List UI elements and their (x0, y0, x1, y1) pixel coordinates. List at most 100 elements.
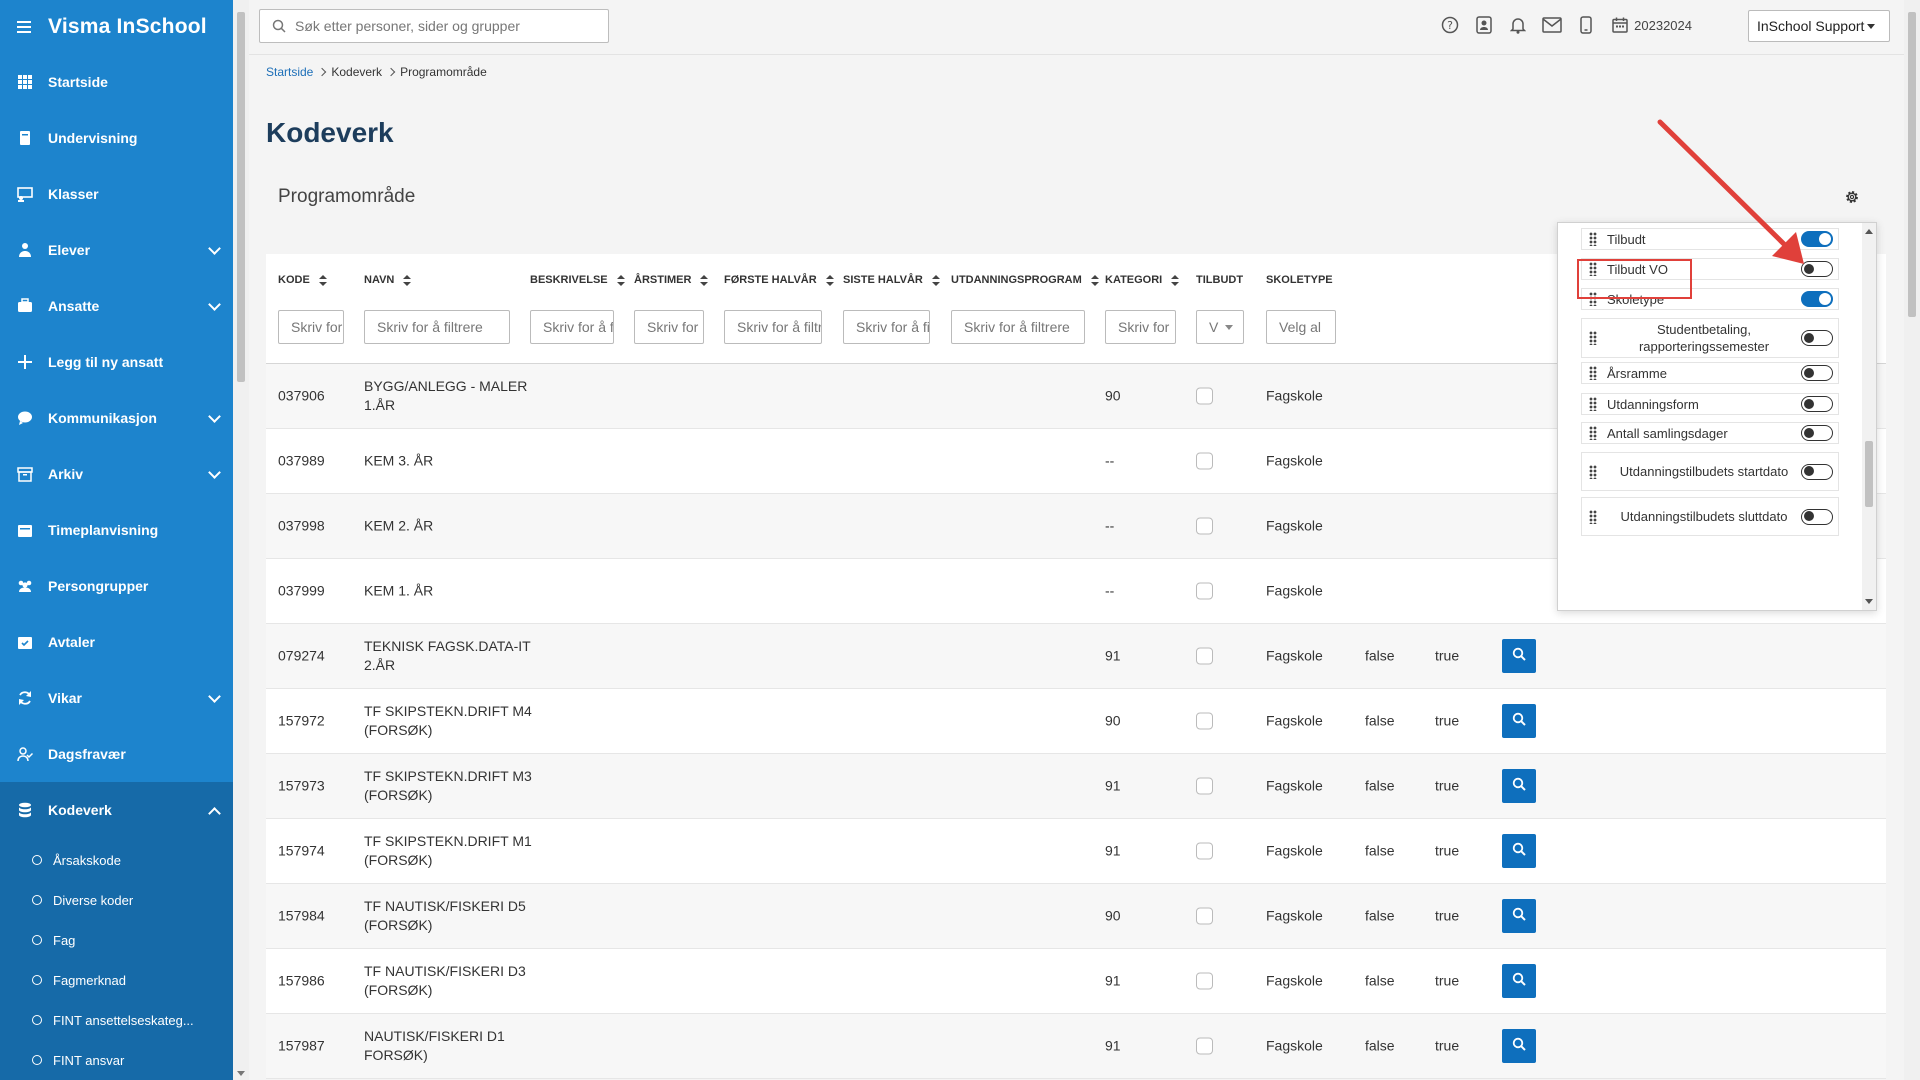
tilbudt-checkbox[interactable] (1196, 647, 1213, 665)
sidebar-subitem-fint-ansettelseskateg[interactable]: FINT ansettelseskateg... (0, 1000, 233, 1040)
sort-icon[interactable] (1090, 274, 1099, 286)
breadcrumb-startside[interactable]: Startside (266, 65, 313, 79)
tilbudt-checkbox[interactable] (1196, 907, 1213, 925)
filter-f-rste-halva-r[interactable]: Skriv for å filtr (724, 310, 822, 344)
tilbudt-checkbox[interactable] (1196, 1037, 1213, 1055)
sort-icon[interactable] (931, 274, 940, 286)
tilbudt-checkbox[interactable] (1196, 777, 1213, 795)
tilbudt-checkbox[interactable] (1196, 972, 1213, 990)
sidebar-item-timeplanvisning[interactable]: Timeplanvisning (0, 502, 233, 558)
help-icon[interactable]: ? (1440, 14, 1460, 36)
sidebar-item-ansatte[interactable]: Ansatte (0, 278, 233, 334)
column-toggle[interactable] (1801, 425, 1833, 441)
sidebar-scrollbar[interactable] (233, 0, 249, 1080)
filter-skoletype[interactable]: Velg al (1266, 310, 1336, 344)
sidebar-item-vikar[interactable]: Vikar (0, 670, 233, 726)
drag-handle-icon[interactable] (1589, 366, 1597, 380)
column-toggle[interactable] (1801, 365, 1833, 381)
calendar-icon[interactable] (1610, 14, 1630, 36)
drag-handle-icon[interactable] (1589, 232, 1597, 246)
chevron-down-icon[interactable] (208, 410, 221, 423)
sort-icon[interactable] (616, 274, 625, 286)
column-toggle[interactable] (1801, 330, 1833, 346)
contact-card-icon[interactable] (1474, 14, 1494, 36)
column-header-skoletype[interactable]: SKOLETYPE (1266, 274, 1333, 286)
sidebar-item-kommunikasjon[interactable]: Kommunikasjon (0, 390, 233, 446)
column-toggle[interactable] (1801, 508, 1833, 525)
sidebar-subitem-fag[interactable]: Fag (0, 920, 233, 960)
sort-icon[interactable] (318, 274, 327, 286)
tilbudt-checkbox[interactable] (1196, 387, 1213, 405)
column-toggle[interactable] (1801, 396, 1833, 412)
view-button[interactable] (1502, 769, 1536, 803)
sidebar-item-dagsfrav-r[interactable]: Dagsfravær (0, 726, 233, 782)
sidebar-item-avtaler[interactable]: Avtaler (0, 614, 233, 670)
sidebar-item-legg-til-ny-ansatt[interactable]: Legg til ny ansatt (0, 334, 233, 390)
sidebar-subitem-diverse-koder[interactable]: Diverse koder (0, 880, 233, 920)
sidebar-item-startside[interactable]: Startside (0, 54, 233, 110)
view-button[interactable] (1502, 1029, 1536, 1063)
sort-icon[interactable] (825, 274, 834, 286)
column-header-siste-halva-r[interactable]: SISTE HALVÅR (843, 274, 940, 286)
sort-icon[interactable] (403, 274, 412, 286)
tilbudt-checkbox[interactable] (1196, 712, 1213, 730)
sort-icon[interactable] (700, 274, 709, 286)
tilbudt-checkbox[interactable] (1196, 452, 1213, 470)
page-scrollbar[interactable] (1904, 0, 1920, 1080)
menu-icon[interactable] (17, 21, 31, 33)
search-input[interactable]: Søk etter personer, sider og grupper (259, 9, 609, 43)
view-button[interactable] (1502, 704, 1536, 738)
sidebar-item-kodeverk[interactable]: Kodeverk (0, 782, 233, 838)
sort-icon[interactable] (1171, 274, 1180, 286)
user-menu-button[interactable]: InSchool Support (1748, 10, 1890, 42)
filter-a-rstimer[interactable]: Skriv for (634, 310, 704, 344)
filter-kategori[interactable]: Skriv for (1105, 310, 1176, 344)
school-year[interactable]: 20232024 (1634, 18, 1692, 33)
column-header-utdanningsprogram[interactable]: UTDANNINGSPROGRAM (951, 274, 1099, 286)
sidebar-item-undervisning[interactable]: Undervisning (0, 110, 233, 166)
gear-icon[interactable] (1844, 189, 1860, 205)
tilbudt-checkbox[interactable] (1196, 517, 1213, 535)
filter-navn[interactable]: Skriv for å filtrere (364, 310, 510, 344)
popover-scrollbar[interactable] (1862, 223, 1876, 610)
filter-utdanningsprogram[interactable]: Skriv for å filtrere (951, 310, 1085, 344)
chevron-down-icon[interactable] (208, 690, 221, 703)
chevron-down-icon[interactable] (208, 298, 221, 311)
column-header-beskrivelse[interactable]: BESKRIVELSE (530, 274, 625, 286)
sidebar-subitem-a-rsakskode[interactable]: Årsakskode (0, 840, 233, 880)
mail-icon[interactable] (1542, 14, 1562, 36)
sidebar-item-elever[interactable]: Elever (0, 222, 233, 278)
tilbudt-checkbox[interactable] (1196, 582, 1213, 600)
drag-handle-icon[interactable] (1589, 331, 1597, 345)
sidebar-subitem-fint-ansvar[interactable]: FINT ansvar (0, 1040, 233, 1080)
column-toggle[interactable] (1801, 291, 1833, 307)
drag-handle-icon[interactable] (1589, 464, 1597, 479)
chevron-up-icon[interactable] (208, 807, 221, 820)
view-button[interactable] (1502, 639, 1536, 673)
drag-handle-icon[interactable] (1589, 426, 1597, 440)
sidebar-item-arkiv[interactable]: Arkiv (0, 446, 233, 502)
breadcrumb-kodeverk[interactable]: Kodeverk (331, 65, 382, 79)
chevron-down-icon[interactable] (208, 466, 221, 479)
drag-handle-icon[interactable] (1589, 397, 1597, 411)
column-header-kode[interactable]: KODE (278, 274, 327, 286)
bell-icon[interactable] (1508, 14, 1528, 36)
sidebar-item-klasser[interactable]: Klasser (0, 166, 233, 222)
column-header-navn[interactable]: NAVN (364, 274, 412, 286)
sidebar-item-persongrupper[interactable]: Persongrupper (0, 558, 233, 614)
filter-beskrivelse[interactable]: Skriv for å f (530, 310, 614, 344)
filter-siste-halva-r[interactable]: Skriv for å fi (843, 310, 930, 344)
chevron-down-icon[interactable] (208, 242, 221, 255)
column-header-a-rstimer[interactable]: ÅRSTIMER (634, 274, 709, 286)
column-header-tilbudt[interactable]: TILBUDT (1196, 274, 1243, 286)
tilbudt-checkbox[interactable] (1196, 842, 1213, 860)
column-header-f-rste-halva-r[interactable]: FØRSTE HALVÅR (724, 274, 834, 286)
view-button[interactable] (1502, 834, 1536, 868)
column-header-kategori[interactable]: KATEGORI (1105, 274, 1180, 286)
drag-handle-icon[interactable] (1589, 509, 1597, 524)
filter-tilbudt[interactable]: V (1196, 310, 1244, 344)
mobile-icon[interactable] (1576, 14, 1596, 36)
view-button[interactable] (1502, 964, 1536, 998)
filter-kode[interactable]: Skriv for (278, 310, 344, 344)
column-toggle[interactable] (1801, 463, 1833, 480)
